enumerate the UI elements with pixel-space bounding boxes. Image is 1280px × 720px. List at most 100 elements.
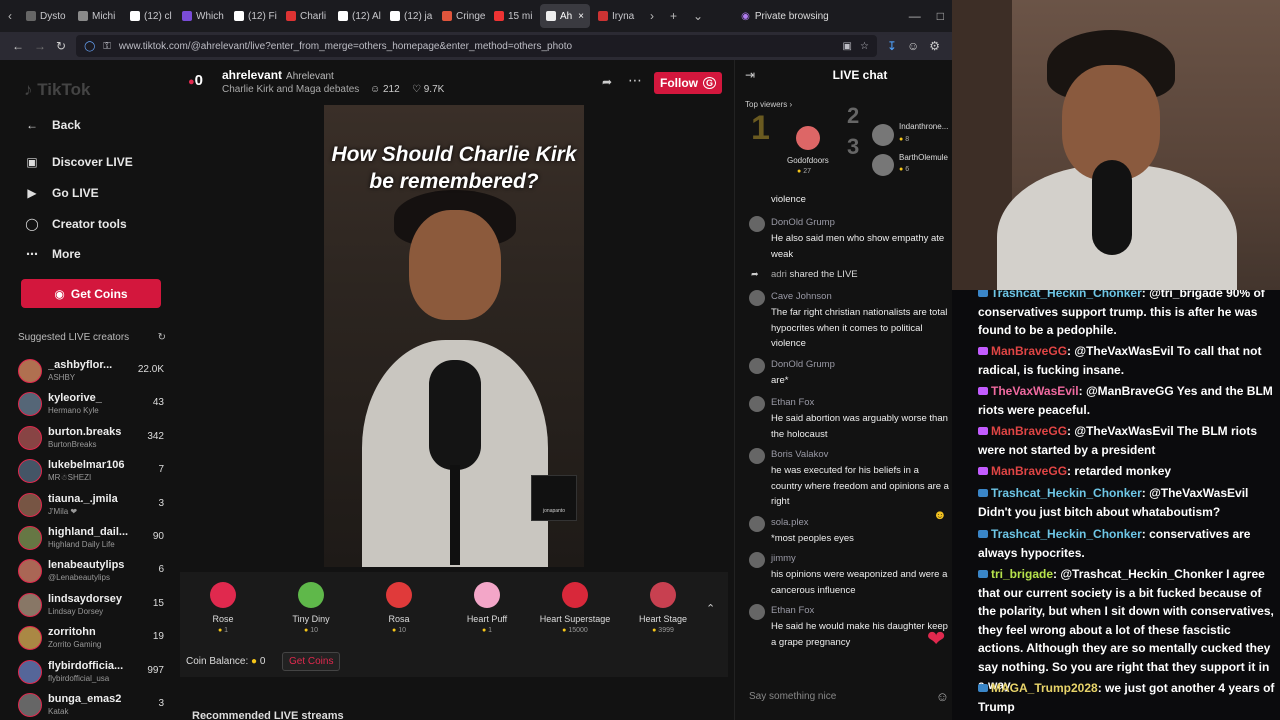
download-icon[interactable]: ↧ <box>887 39 897 53</box>
lock-icon[interactable]: ⚿ <box>103 41 111 52</box>
overlay-chat-message: ManBraveGG: retarded monkey <box>978 462 1276 481</box>
suggested-creator[interactable]: zorritohn Zorrito Gaming 19 <box>18 624 166 652</box>
emoji-icon[interactable]: ☺ <box>936 689 949 704</box>
gift-item[interactable]: Rosa ● 10 <box>359 582 439 634</box>
guest-pip[interactable]: jonapanto <box>531 475 577 521</box>
recommended-streams-title: Recommended LIVE streams <box>192 710 344 720</box>
chat-user-line: Cave Johnson <box>771 291 832 302</box>
suggested-creator[interactable]: highland_dail... Highland Daily Life 90 <box>18 524 166 552</box>
gift-item[interactable]: Tiny Diny ● 10 <box>271 582 351 634</box>
overlay-chat-message: TheVaxWasEvil: @ManBraveGG Yes and the B… <box>978 382 1276 419</box>
more-label: More <box>52 247 81 261</box>
chat-input[interactable]: Say something nice ☺ <box>749 686 949 706</box>
browser-tab[interactable]: (12) Fi <box>228 4 278 28</box>
suggested-creator[interactable]: burton.breaks BurtonBreaks 342 <box>18 424 166 452</box>
viewers-icon: ☺ <box>370 84 381 95</box>
browser-tab[interactable]: (12) ja <box>384 4 434 28</box>
back-link[interactable]: ← Back <box>24 118 81 132</box>
nav-discover-live[interactable]: ▣ Discover LIVE <box>24 155 132 169</box>
refresh-icon[interactable]: ↻ <box>158 332 166 343</box>
overlay-chat-username: ManBraveGG <box>991 424 1068 438</box>
browser-tab[interactable]: Which <box>176 4 226 28</box>
avatar <box>18 526 42 550</box>
top-viewer-rank: 2 <box>847 103 860 129</box>
overlay-chat-username: MAGA_Trump2028 <box>991 681 1098 695</box>
chat-user-line: sola.plex <box>771 517 809 528</box>
stream-chat-overlay: Trashcat_Heckin_Chonker: @tri_brigade 90… <box>952 290 1280 720</box>
overlay-chat-message: Trashcat_Heckin_Chonker: @TheVaxWasEvil … <box>978 484 1276 521</box>
suggested-creator[interactable]: lenabeautylips @Lenabeautylips 6 <box>18 557 166 585</box>
browser-tab[interactable]: (12) cl <box>124 4 174 28</box>
bookmark-star-icon[interactable]: ☆ <box>860 41 869 52</box>
tab-list-dropdown-icon[interactable]: ⌄ <box>685 9 711 23</box>
nav-more[interactable]: ⋯ More <box>24 247 81 261</box>
chat-badge-icon <box>978 290 988 297</box>
reader-view-icon[interactable]: ▣ <box>842 41 851 52</box>
suggested-creator[interactable]: kyleorive_ Hermano Kyle 43 <box>18 390 166 418</box>
coin-balance-label: Coin Balance: <box>186 656 249 667</box>
share-icon[interactable]: ➦ <box>602 75 612 89</box>
shield-icon[interactable]: ◯ <box>84 41 95 52</box>
navigation-toolbar: ← → ↻ ◯ ⚿ www.tiktok.com/@ahrelevant/liv… <box>0 32 952 60</box>
gift-item[interactable]: Heart Puff ● 1 <box>447 582 527 634</box>
browser-tab[interactable]: Michi <box>72 4 122 28</box>
tab-favicon-icon <box>78 11 88 21</box>
reload-icon[interactable]: ↻ <box>56 39 66 53</box>
browser-tab[interactable]: Charli <box>280 4 330 28</box>
streamer-name[interactable]: ahrelevant Ahrelevant <box>222 68 334 82</box>
forward-arrow-icon[interactable]: → <box>34 39 46 53</box>
nav-creator-tools[interactable]: ◯ Creator tools <box>24 217 126 231</box>
tab-scroll-right-icon[interactable]: › <box>642 9 662 23</box>
gift-item[interactable]: Rose ● 1 <box>183 582 263 634</box>
get-coins-small-button[interactable]: Get Coins <box>282 652 341 671</box>
chat-username: DonOld Grump <box>771 217 835 228</box>
new-tab-icon[interactable]: + <box>662 9 685 23</box>
chat-text: He also said men who show empathy ate we… <box>771 233 945 260</box>
back-arrow-icon[interactable]: ← <box>12 39 24 53</box>
more-options-icon[interactable]: ⋯ <box>628 72 642 89</box>
suggested-creator[interactable]: bunga_emas2 Katak 3 <box>18 691 166 719</box>
collapse-gifts-icon[interactable]: ⌃ <box>706 602 715 615</box>
creator-viewer-count: 3 <box>158 698 164 709</box>
browser-tab[interactable]: (12) Al <box>332 4 382 28</box>
live-video[interactable]: How Should Charlie Kirk be remembered? j… <box>324 105 584 567</box>
browser-tab[interactable]: Ah × <box>540 4 590 28</box>
browser-tab[interactable]: 15 mi <box>488 4 538 28</box>
follow-button[interactable]: Follow G <box>654 72 722 94</box>
suggested-creator[interactable]: tiauna._.jmila J'Mila ❤ 3 <box>18 491 166 519</box>
browser-tab[interactable]: Cringe <box>436 4 486 28</box>
chat-avatar <box>749 448 765 464</box>
tab-scroll-left-icon[interactable]: ‹ <box>0 9 20 23</box>
address-bar[interactable]: ◯ ⚿ www.tiktok.com/@ahrelevant/live?ente… <box>76 35 877 57</box>
gift-item[interactable]: Heart Stage ● 3999 <box>623 582 703 634</box>
minimize-icon[interactable]: — <box>901 9 929 23</box>
logo-text: TikTok <box>37 80 91 99</box>
nav-go-live[interactable]: ▶ Go LIVE <box>24 186 98 200</box>
account-icon[interactable]: ☺ <box>907 39 919 53</box>
top-viewer-avatar <box>796 126 820 150</box>
top-viewers-label[interactable]: Top viewers › <box>745 100 792 109</box>
chat-badge-icon <box>978 489 988 497</box>
browser-tab[interactable]: Iryna <box>592 4 642 28</box>
suggested-creator[interactable]: lukebelmar106 MR☃SHEZI 7 <box>18 457 166 485</box>
tiktok-logo[interactable]: ♪ TikTok <box>24 80 90 100</box>
avatar <box>18 492 42 517</box>
gift-panel: Rose ● 1 Tiny Diny ● 10 Rosa ● 10 Heart Puff ● … <box>180 572 728 677</box>
extensions-icon[interactable]: ⚙ <box>929 39 940 53</box>
suggested-creator[interactable]: _ashbyflor... ASHBY 22.0K <box>18 357 166 385</box>
stream-category[interactable]: Charlie Kirk and Maga debates <box>222 84 359 95</box>
tab-label: (12) Fi <box>248 10 277 22</box>
get-coins-button[interactable]: ◉ Get Coins <box>21 279 161 308</box>
video-overlay-title: How Should Charlie Kirk be remembered? <box>331 143 577 193</box>
url-text[interactable]: www.tiktok.com/@ahrelevant/live?enter_fr… <box>119 41 572 52</box>
creator-viewer-count: 15 <box>152 597 164 609</box>
gift-price-value: 15000 <box>568 627 588 634</box>
maximize-icon[interactable]: □ <box>929 9 952 23</box>
gift-item[interactable]: Heart Superstage ● 15000 <box>535 582 615 634</box>
overlay-chat-text: : @Trashcat_Heckin_Chonker I agree that … <box>978 567 1274 692</box>
creator-username: burton.breaks <box>48 425 122 438</box>
close-tab-icon[interactable]: × <box>578 11 584 22</box>
suggested-creator[interactable]: flybirdofficia... flybirdofficial_usa 997 <box>18 658 166 686</box>
browser-tab[interactable]: Dysto <box>20 4 70 28</box>
suggested-creator[interactable]: lindsaydorsey Lindsay Dorsey 15 <box>18 591 166 619</box>
